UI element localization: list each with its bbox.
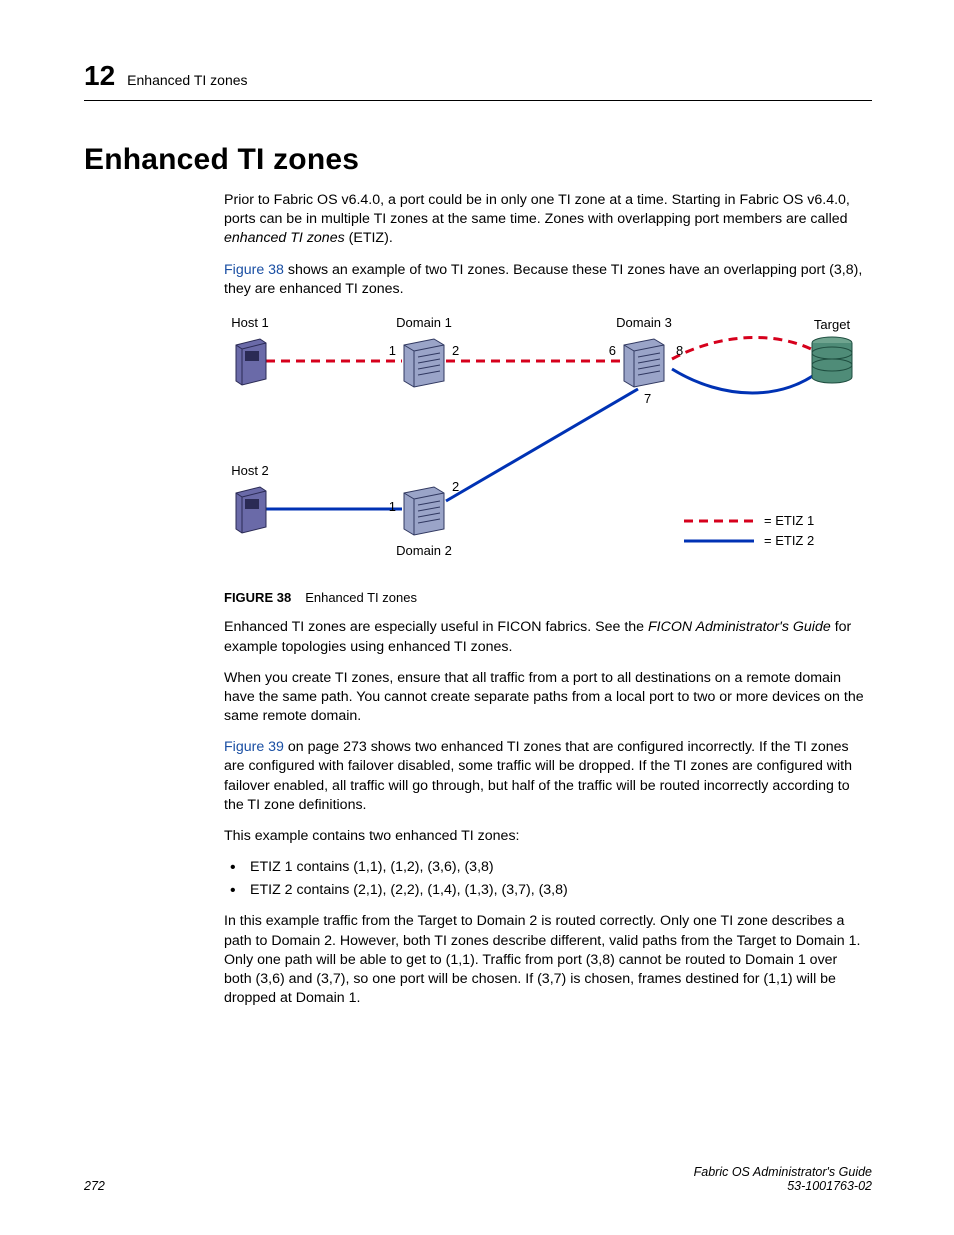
link-figure-38[interactable]: Figure 38 [224, 262, 284, 278]
text: Prior to Fabric OS v6.4.0, a port could … [224, 192, 850, 227]
text: on page 273 shows two enhanced TI zones … [224, 739, 852, 813]
paragraph-example-intro: This example contains two enhanced TI zo… [224, 827, 866, 846]
term-etiz: enhanced TI zones [224, 230, 345, 246]
svg-text:Domain 3: Domain 3 [616, 315, 672, 330]
body-text: Prior to Fabric OS v6.4.0, a port could … [224, 191, 866, 1008]
svg-text:6: 6 [609, 343, 616, 358]
svg-text:Domain 2: Domain 2 [396, 543, 452, 558]
text: shows an example of two TI zones. Becaus… [224, 262, 862, 297]
running-header: 12 Enhanced TI zones [84, 60, 872, 101]
doc-id: 53-1001763-02 [787, 1179, 872, 1193]
reference-ficon-guide: FICON Administrator's Guide [648, 619, 831, 635]
svg-text:= ETIZ 2: = ETIZ 2 [764, 533, 814, 548]
svg-text:8: 8 [676, 343, 683, 358]
svg-text:1: 1 [389, 499, 396, 514]
list-item: ETIZ 1 contains (1,1), (1,2), (3,6), (3,… [224, 858, 866, 877]
section-title: Enhanced TI zones [84, 143, 872, 177]
text: (ETIZ). [345, 230, 393, 246]
paragraph-fig39-ref: Figure 39 on page 273 shows two enhanced… [224, 738, 866, 815]
doc-title: Fabric OS Administrator's Guide [694, 1165, 872, 1179]
chapter-number: 12 [84, 60, 115, 92]
svg-text:2: 2 [452, 343, 459, 358]
figure-title: Enhanced TI zones [305, 590, 417, 605]
paragraph-fig38-ref: Figure 38 shows an example of two TI zon… [224, 261, 866, 299]
paragraph-samepath: When you create TI zones, ensure that al… [224, 669, 866, 727]
svg-text:Host 2: Host 2 [231, 463, 269, 478]
svg-text:1: 1 [389, 343, 396, 358]
svg-text:Domain 1: Domain 1 [396, 315, 452, 330]
svg-text:2: 2 [452, 479, 459, 494]
link-figure-39[interactable]: Figure 39 [224, 739, 284, 755]
paragraph-intro: Prior to Fabric OS v6.4.0, a port could … [224, 191, 866, 249]
running-title: Enhanced TI zones [127, 72, 247, 88]
paragraph-routing: In this example traffic from the Target … [224, 912, 866, 1008]
page-footer: 272 Fabric OS Administrator's Guide 53-1… [84, 1165, 872, 1193]
figure-number: FIGURE 38 [224, 590, 291, 605]
page-number: 272 [84, 1179, 105, 1193]
figure-38-diagram: 1 2 6 8 7 1 2 Host 1 Domain 1 Domain 3 T… [224, 311, 866, 579]
text: Enhanced TI zones are especially useful … [224, 619, 648, 635]
etiz-list: ETIZ 1 contains (1,1), (1,2), (3,6), (3,… [224, 858, 866, 900]
figure-38-caption: FIGURE 38 Enhanced TI zones [224, 589, 866, 607]
paragraph-ficon: Enhanced TI zones are especially useful … [224, 618, 866, 656]
svg-text:7: 7 [644, 391, 651, 406]
svg-text:Target: Target [814, 317, 851, 332]
list-item: ETIZ 2 contains (2,1), (2,2), (1,4), (1,… [224, 881, 866, 900]
svg-text:= ETIZ 1: = ETIZ 1 [764, 513, 814, 528]
svg-text:Host 1: Host 1 [231, 315, 269, 330]
